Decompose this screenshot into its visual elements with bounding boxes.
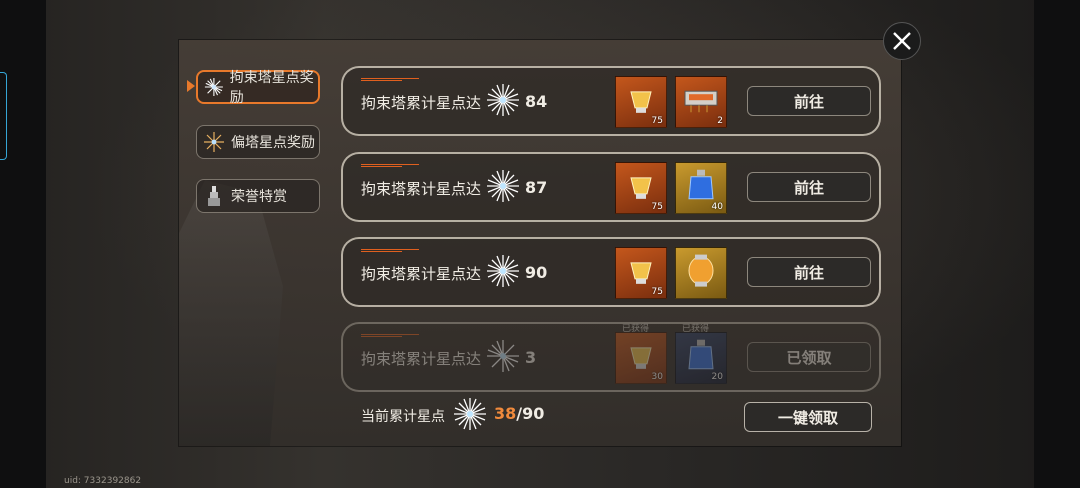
star-burst-icon — [487, 84, 519, 116]
row-threshold: 84 — [525, 92, 548, 111]
reward-item[interactable]: 75 — [615, 247, 667, 299]
star-burst-icon — [204, 78, 223, 96]
row-label: 拘束塔累计星点达 — [361, 350, 482, 368]
tab-label: 偏塔星点奖励 — [231, 135, 315, 151]
reward-item: 已获得 20 — [675, 324, 727, 384]
reward-row-claimed: 拘束塔累计星点达 3 已获得 30 已获得 20 已领取 — [341, 322, 881, 392]
close-icon — [893, 32, 911, 50]
row-label: 拘束塔累计星点达 — [361, 94, 482, 112]
golden-chest-icon — [630, 347, 652, 369]
go-button-label: 前往 — [793, 178, 824, 197]
item-quantity: 40 — [711, 202, 723, 212]
reward-row: 拘束塔累计星点达 87 75 40 前往 — [341, 152, 881, 222]
reward-item: 已获得 30 — [615, 324, 667, 384]
letterbox-right — [1034, 0, 1080, 488]
tab-restraint-tower-rewards[interactable]: 拘束塔星点奖励 — [196, 70, 320, 106]
current-stars-label: 当前累计星点 — [361, 409, 445, 425]
go-button[interactable]: 前往 — [747, 86, 871, 116]
reward-item[interactable]: 75 — [615, 162, 667, 214]
claimed-button-label: 已领取 — [786, 348, 832, 367]
reward-item[interactable]: 75 — [615, 76, 667, 128]
item-quantity: 20 — [711, 372, 723, 382]
tab-honor-rewards[interactable]: 荣誉特赏 — [196, 179, 320, 213]
item-quantity: 75 — [651, 287, 663, 297]
star-burst-icon — [204, 132, 224, 152]
go-button-label: 前往 — [793, 263, 824, 282]
row-decoration — [361, 249, 419, 253]
item-quantity: 75 — [651, 116, 663, 126]
golden-chest-icon — [630, 262, 652, 284]
star-burst-icon — [487, 340, 519, 372]
amber-crystal-icon — [688, 254, 714, 287]
star-progress: 38/90 — [494, 404, 544, 423]
golden-chest-icon — [630, 177, 652, 199]
obtained-label: 已获得 — [682, 324, 710, 334]
reward-item[interactable]: 2 — [675, 76, 727, 128]
edge-handle[interactable] — [0, 72, 7, 160]
row-label: 拘束塔累计星点达 — [361, 180, 482, 198]
star-total: /90 — [516, 404, 545, 423]
reward-item[interactable] — [675, 247, 727, 299]
blue-potion-icon — [688, 339, 714, 370]
character-silhouette — [179, 180, 283, 446]
claim-all-button[interactable]: 一键领取 — [744, 402, 872, 432]
tab-label: 荣誉特赏 — [231, 189, 287, 205]
star-current: 38 — [494, 404, 517, 423]
reward-row: 拘束塔累计星点达 84 75 2 前往 — [341, 66, 881, 136]
reward-row: 拘束塔累计星点达 90 75 前往 — [341, 237, 881, 307]
row-label: 拘束塔累计星点达 — [361, 265, 482, 283]
go-button-label: 前往 — [793, 92, 824, 111]
go-button[interactable]: 前往 — [747, 172, 871, 202]
claimed-button: 已领取 — [747, 342, 871, 372]
golden-chest-icon — [630, 91, 652, 113]
reward-item[interactable]: 40 — [675, 162, 727, 214]
tab-side-tower-rewards[interactable]: 偏塔星点奖励 — [196, 125, 320, 159]
row-threshold: 87 — [525, 178, 548, 197]
user-id: uid: 7332392862 — [64, 476, 142, 486]
obtained-label: 已获得 — [622, 324, 650, 334]
row-decoration — [361, 334, 419, 338]
claim-all-label: 一键领取 — [777, 408, 838, 427]
item-quantity: 2 — [717, 116, 723, 126]
letterbox-left — [0, 0, 46, 488]
row-decoration — [361, 164, 419, 168]
close-button[interactable] — [883, 22, 921, 60]
star-burst-icon — [487, 255, 519, 287]
row-threshold: 90 — [525, 263, 548, 282]
go-button[interactable]: 前往 — [747, 257, 871, 287]
tower-icon — [208, 186, 220, 206]
item-quantity: 75 — [651, 202, 663, 212]
tab-label: 拘束塔星点奖励 — [229, 70, 314, 106]
active-tab-arrow-icon — [187, 80, 195, 92]
circuit-module-icon — [684, 90, 718, 113]
star-burst-icon — [454, 398, 486, 430]
row-decoration — [361, 78, 419, 82]
blue-potion-icon — [688, 169, 714, 200]
star-burst-icon — [487, 170, 519, 202]
item-quantity: 30 — [651, 372, 663, 382]
row-threshold: 3 — [525, 348, 537, 367]
